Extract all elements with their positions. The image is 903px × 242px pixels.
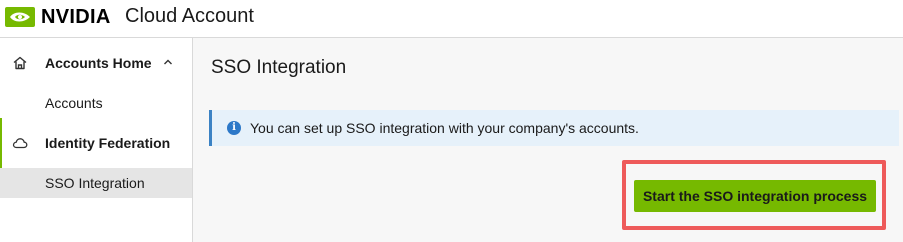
sidebar-item-identity-federation[interactable]: Identity Federation: [0, 128, 192, 158]
app-title: Cloud Account: [125, 5, 254, 27]
sidebar-item-label: Accounts: [45, 95, 103, 111]
home-icon: [12, 55, 28, 71]
sidebar-item-accounts[interactable]: Accounts: [0, 88, 192, 118]
cloud-icon: [12, 135, 28, 151]
info-icon: i: [227, 121, 241, 135]
nvidia-logo-icon: [5, 7, 35, 27]
sidebar-item-label: Accounts Home: [45, 55, 152, 71]
sidebar-item-sso-integration[interactable]: SSO Integration: [0, 168, 192, 198]
top-bar: NVIDIA Cloud Account: [0, 0, 903, 38]
chevron-up-icon[interactable]: [162, 55, 174, 67]
start-sso-integration-button[interactable]: Start the SSO integration process: [634, 180, 876, 212]
main-content: SSO Integration i You can set up SSO int…: [193, 38, 903, 242]
brand-logo[interactable]: NVIDIA: [5, 6, 111, 28]
info-banner-text: You can set up SSO integration with your…: [250, 120, 639, 136]
brand-wordmark: NVIDIA: [41, 6, 111, 28]
highlight-frame: Start the SSO integration process: [622, 160, 886, 230]
info-banner: i You can set up SSO integration with yo…: [209, 110, 899, 146]
sidebar: Accounts Home Accounts Identity Federati…: [0, 38, 193, 242]
page-title: SSO Integration: [211, 57, 347, 78]
sidebar-item-label: SSO Integration: [45, 175, 145, 191]
sidebar-item-label: Identity Federation: [45, 135, 171, 151]
sidebar-item-accounts-home[interactable]: Accounts Home: [0, 48, 192, 78]
